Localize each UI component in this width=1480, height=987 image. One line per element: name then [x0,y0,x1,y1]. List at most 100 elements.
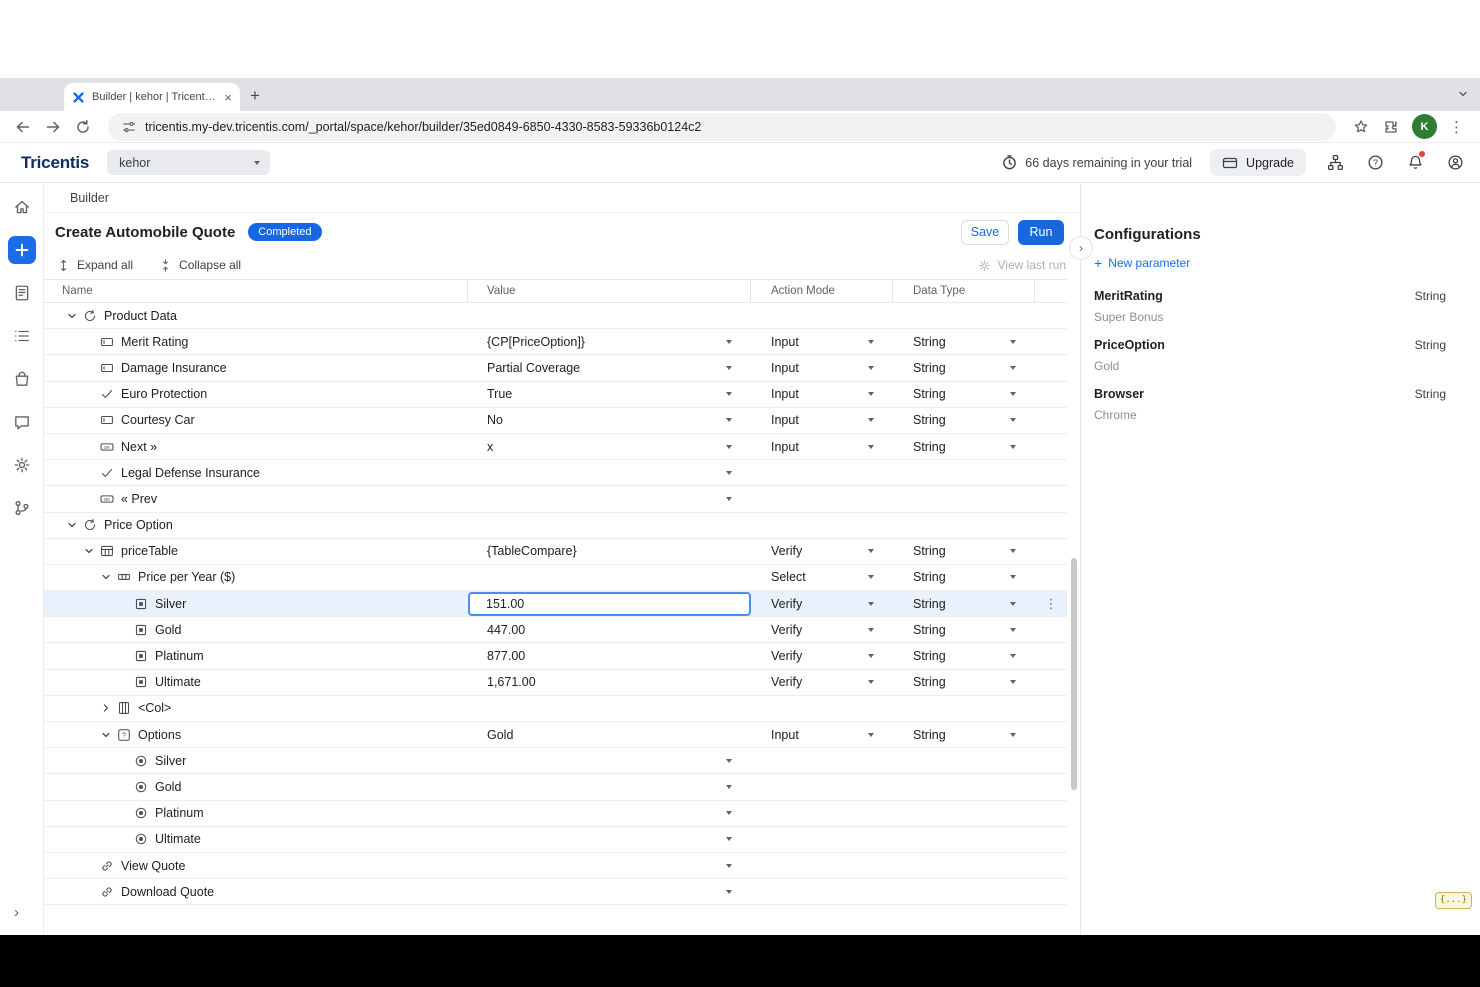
table-row[interactable]: Merit Rating {CP[PriceOption]} Input Str… [44,329,1067,355]
table-row[interactable]: Ultimate 1,671.00 Verify String [44,670,1067,696]
table-row[interactable]: Silver 151.00 Verify String ⋮ [44,591,1067,617]
data-type-select[interactable]: String [893,565,1035,590]
bookmark-star-icon[interactable] [1348,114,1374,140]
dropdown-caret-icon[interactable] [868,366,874,370]
action-mode-select[interactable]: Input [751,355,893,380]
help-icon[interactable]: ? [1364,152,1386,174]
dropdown-caret-icon[interactable] [1010,575,1016,579]
tab-overflow-icon[interactable] [1457,88,1469,100]
action-mode-select[interactable]: Select [751,565,893,590]
value-cell[interactable]: x [468,434,751,459]
close-icon[interactable]: × [224,91,232,104]
sidebar-item-plus[interactable] [8,236,36,264]
table-row[interactable]: Damage Insurance Partial Coverage Input … [44,355,1067,381]
dropdown-caret-icon[interactable] [726,366,732,370]
dropdown-caret-icon[interactable] [1010,654,1016,658]
dropdown-caret-icon[interactable] [726,392,732,396]
value-cell[interactable] [468,486,751,511]
dropdown-caret-icon[interactable] [726,890,732,894]
collapse-all-button[interactable]: Collapse all [159,258,241,272]
dropdown-caret-icon[interactable] [1010,392,1016,396]
value-cell[interactable]: {CP[PriceOption]} [468,329,751,354]
kebab-menu-icon[interactable]: ⋮ [1045,596,1058,612]
value-cell[interactable]: {TableCompare} [468,539,751,564]
sidebar-item-home[interactable] [8,193,36,221]
dropdown-caret-icon[interactable] [726,864,732,868]
value-cell[interactable] [468,801,751,826]
value-cell[interactable]: 447.00 [468,617,751,642]
dropdown-caret-icon[interactable] [1010,733,1016,737]
dropdown-caret-icon[interactable] [868,602,874,606]
data-type-select[interactable]: String [893,408,1035,433]
url-bar[interactable]: tricentis.my-dev.tricentis.com/_portal/s… [108,113,1336,141]
dropdown-caret-icon[interactable] [868,654,874,658]
value-cell[interactable] [468,827,751,852]
browser-tab[interactable]: Builder | kehor | Tricentis Tos × [64,83,240,111]
table-row[interactable]: Platinum 877.00 Verify String [44,643,1067,669]
dropdown-caret-icon[interactable] [1010,549,1016,553]
configuration-parameter[interactable]: PriceOption String Gold [1094,338,1446,373]
table-row[interactable]: Legal Defense Insurance [44,460,1067,486]
dropdown-caret-icon[interactable] [726,785,732,789]
browser-profile-avatar[interactable]: K [1412,114,1437,139]
action-mode-select[interactable]: Input [751,722,893,747]
sidebar-item-gear[interactable] [8,451,36,479]
chevron-down-icon[interactable] [96,571,116,583]
table-row[interactable]: Platinum [44,801,1067,827]
action-mode-select[interactable]: Verify [751,670,893,695]
dropdown-caret-icon[interactable] [726,471,732,475]
value-cell[interactable] [468,774,751,799]
dropdown-caret-icon[interactable] [726,497,732,501]
sidebar-expand-icon[interactable]: › [14,904,19,921]
data-type-select[interactable]: String [893,722,1035,747]
value-cell[interactable] [468,748,751,773]
url-text[interactable]: tricentis.my-dev.tricentis.com/_portal/s… [145,120,701,134]
sidebar-item-branch[interactable] [8,494,36,522]
action-mode-select[interactable]: Input [751,434,893,459]
data-type-select[interactable]: String [893,434,1035,459]
json-tool-icon[interactable]: {...} [1435,892,1472,909]
value-cell[interactable]: 151.00 [468,591,751,616]
value-cell[interactable] [468,879,751,904]
table-row[interactable]: Price per Year ($) Select String [44,565,1067,591]
data-type-select[interactable]: String [893,355,1035,380]
action-mode-select[interactable]: Verify [751,617,893,642]
table-row[interactable]: Silver [44,748,1067,774]
dropdown-caret-icon[interactable] [868,549,874,553]
action-mode-select[interactable]: Input [751,382,893,407]
table-row[interactable]: Ultimate [44,827,1067,853]
table-row[interactable]: priceTable {TableCompare} Verify String [44,539,1067,565]
data-type-select[interactable]: String [893,617,1035,642]
new-tab-button[interactable]: + [250,86,260,106]
data-type-select[interactable]: String [893,591,1035,616]
data-type-select[interactable]: String [893,670,1035,695]
table-row[interactable]: Gold 447.00 Verify String [44,617,1067,643]
view-last-run-button[interactable]: View last run [978,258,1066,272]
value-cell[interactable] [468,853,751,878]
new-parameter-button[interactable]: + New parameter [1094,256,1446,270]
table-row[interactable]: OK Next » x Input String [44,434,1067,460]
sidebar-item-chat[interactable] [8,408,36,436]
org-structure-icon[interactable] [1324,152,1346,174]
data-type-select[interactable]: String [893,643,1035,668]
dropdown-caret-icon[interactable] [1010,445,1016,449]
site-settings-icon[interactable] [122,120,136,134]
table-row[interactable]: Product Data [44,303,1067,329]
data-type-select[interactable]: String [893,382,1035,407]
dropdown-caret-icon[interactable] [868,392,874,396]
chevron-down-icon[interactable] [62,519,82,531]
notifications-bell-icon[interactable] [1404,152,1426,174]
forward-icon[interactable] [40,114,66,140]
browser-menu-icon[interactable]: ⋮ [1445,118,1468,136]
action-mode-select[interactable]: Input [751,408,893,433]
sidebar-item-journal[interactable] [8,279,36,307]
table-row[interactable]: ? Options Gold Input String [44,722,1067,748]
dropdown-caret-icon[interactable] [726,445,732,449]
dropdown-caret-icon[interactable] [868,575,874,579]
dropdown-caret-icon[interactable] [1010,602,1016,606]
save-button[interactable]: Save [961,220,1009,245]
configuration-parameter[interactable]: Browser String Chrome [1094,387,1446,422]
configuration-parameter[interactable]: MeritRating String Super Bonus [1094,289,1446,324]
table-row[interactable]: Download Quote [44,879,1067,905]
dropdown-caret-icon[interactable] [1010,418,1016,422]
